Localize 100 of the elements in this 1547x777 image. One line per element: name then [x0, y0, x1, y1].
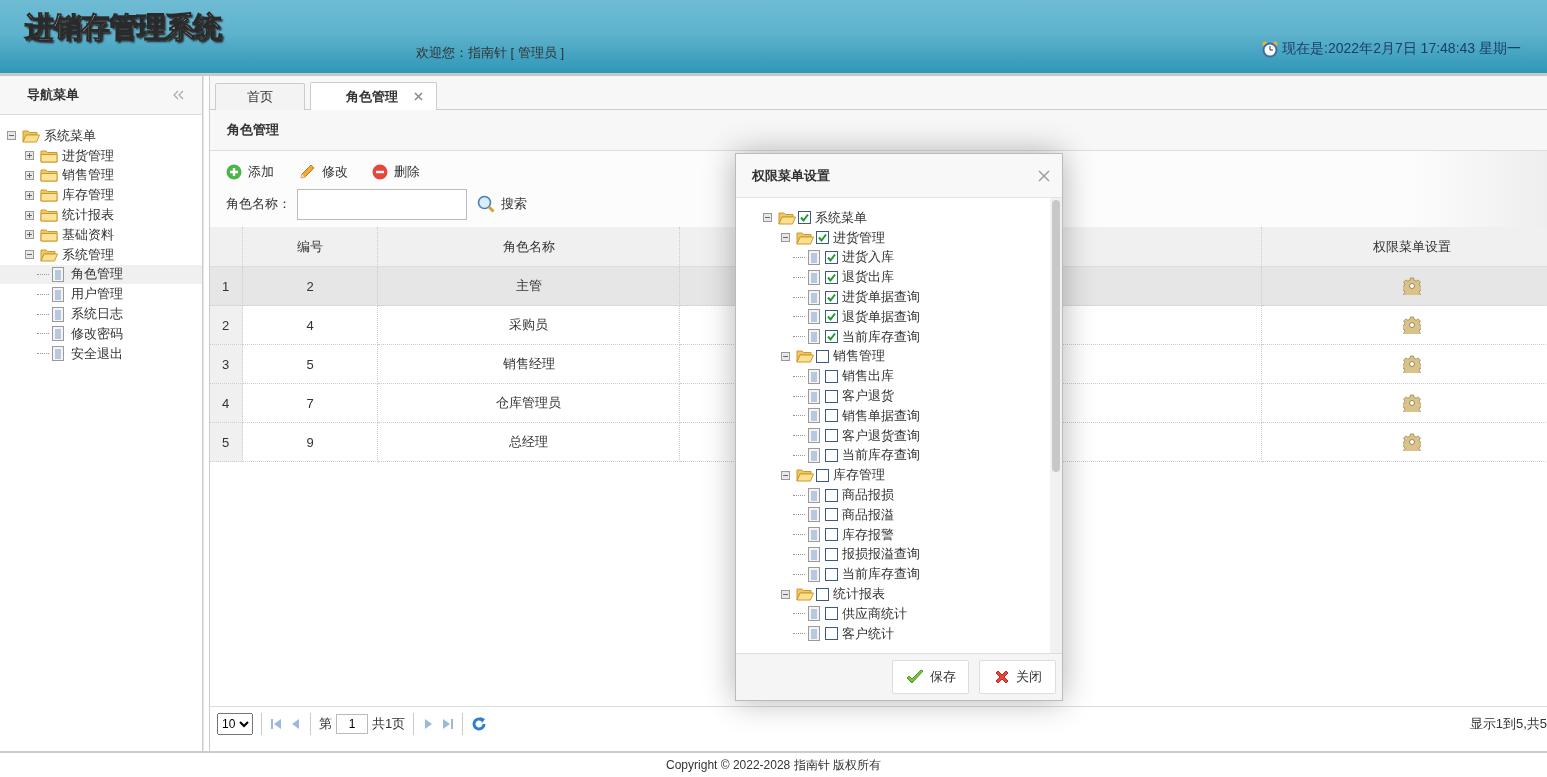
checkbox[interactable]	[825, 488, 838, 502]
tree-item[interactable]: 系统日志	[0, 304, 202, 324]
tree-item[interactable]: 库存管理	[0, 185, 202, 206]
expand-toggle-icon[interactable]	[25, 230, 34, 240]
tree-label[interactable]: 退货单据查询	[840, 307, 920, 326]
tree-label[interactable]: 商品报溢	[840, 505, 894, 524]
checkbox[interactable]	[816, 587, 829, 601]
refresh-icon[interactable]	[471, 716, 488, 732]
tree-label[interactable]: 基础资料	[60, 225, 114, 244]
tree-label[interactable]: 库存报警	[840, 525, 894, 544]
tree-label[interactable]: 客户统计	[840, 624, 894, 643]
tree-label[interactable]: 销售管理	[60, 166, 114, 185]
tree-label[interactable]: 系统菜单	[42, 126, 96, 145]
tree-label[interactable]: 商品报损	[840, 486, 894, 505]
tree-label[interactable]: 进货管理	[831, 228, 885, 247]
checkbox[interactable]	[825, 310, 838, 324]
tree-label[interactable]: 当前库存查询	[840, 327, 920, 346]
gear-icon[interactable]	[1402, 316, 1421, 334]
tree-item[interactable]: 基础资料	[0, 225, 202, 245]
tree-label[interactable]: 销售单据查询	[840, 406, 920, 425]
tree-label[interactable]: 系统管理	[60, 245, 114, 264]
dialog-button[interactable]: 关闭	[979, 660, 1056, 694]
checkbox[interactable]	[825, 270, 838, 284]
expand-toggle-icon[interactable]	[25, 190, 34, 200]
collapse-toggle-icon[interactable]	[781, 351, 790, 361]
checkbox[interactable]	[825, 429, 838, 443]
tree-label[interactable]: 客户退货查询	[840, 426, 920, 445]
tree-label[interactable]: 系统菜单	[813, 208, 867, 227]
toolbar-button[interactable]: 删除	[372, 161, 420, 183]
tree-label[interactable]: 供应商统计	[840, 604, 907, 623]
checkbox[interactable]	[825, 290, 838, 304]
expand-toggle-icon[interactable]	[25, 171, 34, 180]
tree-label[interactable]: 进货单据查询	[840, 288, 920, 307]
tree-label[interactable]: 库存管理	[60, 186, 114, 205]
tree-label[interactable]: 统计报表	[60, 206, 114, 225]
checkbox[interactable]	[825, 627, 838, 641]
gear-icon[interactable]	[1402, 394, 1421, 412]
checkbox[interactable]	[825, 547, 838, 561]
tree-item[interactable]: 销售管理	[0, 165, 202, 186]
collapse-toggle-icon[interactable]	[763, 213, 772, 223]
tree-label[interactable]: 系统日志	[69, 305, 123, 324]
tree-item[interactable]: 角色管理	[0, 264, 202, 285]
page-size-select[interactable]: 10	[217, 713, 253, 735]
checkbox[interactable]	[825, 369, 838, 383]
tree-label[interactable]: 当前库存查询	[840, 446, 920, 465]
tree-item[interactable]: 修改密码	[0, 323, 202, 344]
tree-label[interactable]: 销售管理	[831, 347, 885, 366]
tab[interactable]: 首页	[215, 83, 305, 110]
expand-toggle-icon[interactable]	[25, 151, 34, 161]
checkbox[interactable]	[798, 211, 811, 225]
tree-label[interactable]: 安全退出	[69, 344, 123, 363]
close-icon[interactable]	[1038, 169, 1050, 182]
tree-item[interactable]: 用户管理	[0, 284, 202, 305]
collapse-toggle-icon[interactable]	[781, 233, 790, 243]
checkbox[interactable]	[825, 567, 838, 581]
dialog-button[interactable]: 保存	[892, 660, 969, 694]
checkbox[interactable]	[825, 448, 838, 462]
close-icon[interactable]	[414, 92, 423, 101]
scrollbar[interactable]	[1050, 198, 1062, 653]
tree-label[interactable]: 进货入库	[840, 248, 894, 267]
checkbox[interactable]	[825, 607, 838, 621]
gear-icon[interactable]	[1402, 355, 1421, 373]
tree-label[interactable]: 报损报溢查询	[840, 545, 920, 564]
tree-label[interactable]: 修改密码	[69, 324, 123, 343]
document-icon	[808, 289, 820, 305]
search-button[interactable]: 搜索	[477, 193, 527, 215]
role-name-field[interactable]	[297, 188, 467, 220]
expand-toggle-icon[interactable]	[25, 210, 34, 220]
checkbox[interactable]	[825, 330, 838, 344]
tree-label[interactable]: 用户管理	[69, 285, 123, 304]
tree-label[interactable]: 角色管理	[69, 265, 123, 284]
collapse-toggle-icon[interactable]	[781, 589, 790, 599]
tree-label[interactable]: 当前库存查询	[840, 565, 920, 584]
tree-item[interactable]: 进货管理	[0, 145, 202, 166]
tree-label[interactable]: 库存管理	[831, 466, 885, 485]
checkbox[interactable]	[825, 389, 838, 403]
checkbox[interactable]	[825, 528, 838, 542]
checkbox[interactable]	[825, 508, 838, 522]
tab[interactable]: 角色管理	[310, 82, 437, 110]
collapse-toggle-icon[interactable]	[781, 470, 790, 480]
tree-item[interactable]: 系统管理	[0, 244, 202, 265]
checkbox[interactable]	[825, 409, 838, 423]
tree-item[interactable]: 统计报表	[0, 205, 202, 225]
tree-label[interactable]: 客户退货	[840, 387, 894, 406]
checkbox[interactable]	[825, 251, 838, 264]
checkbox[interactable]	[816, 468, 829, 482]
page-number-field[interactable]: 1	[336, 714, 368, 734]
tree-label[interactable]: 统计报表	[831, 585, 885, 604]
checkbox[interactable]	[816, 231, 829, 245]
toolbar-button[interactable]: 修改	[298, 161, 348, 183]
tree-label[interactable]: 销售出库	[840, 367, 894, 386]
toolbar-button[interactable]: 添加	[226, 161, 274, 183]
tree-item[interactable]: 安全退出	[0, 343, 202, 364]
tree-label[interactable]: 进货管理	[60, 146, 114, 165]
collapse-toggle-icon[interactable]	[7, 131, 16, 141]
tree-item[interactable]: 系统菜单	[0, 126, 202, 146]
gear-icon[interactable]	[1402, 433, 1421, 451]
checkbox[interactable]	[816, 349, 829, 363]
tree-label[interactable]: 退货出库	[840, 268, 894, 287]
collapse-toggle-icon[interactable]	[25, 250, 34, 260]
